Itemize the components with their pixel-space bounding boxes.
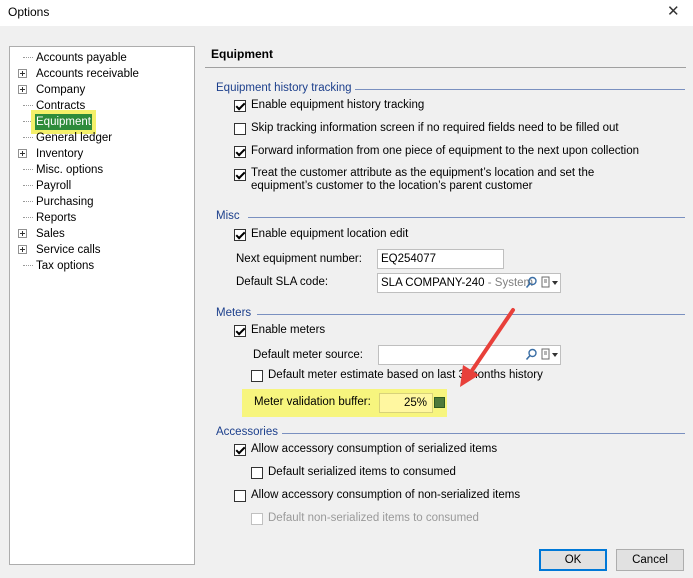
- checkbox-label: Forward information from one piece of eq…: [251, 145, 640, 157]
- checkbox-box[interactable]: [234, 229, 246, 241]
- cancel-button[interactable]: Cancel: [616, 549, 684, 571]
- meter-validation-buffer-label: Meter validation buffer:: [254, 396, 371, 408]
- field-value: SLA COMPANY-240: [381, 277, 485, 289]
- tree-item-label: Tax options: [36, 260, 95, 272]
- tree-item-label: Sales: [36, 228, 65, 240]
- meter-validation-buffer-input[interactable]: 25%: [379, 393, 433, 413]
- tree-item-label: Payroll: [36, 180, 72, 192]
- search-icon[interactable]: [525, 276, 538, 289]
- checkbox-label: Treat the customer attribute as the equi…: [251, 167, 594, 193]
- checkbox-box[interactable]: [251, 370, 263, 382]
- group-title-history: Equipment history tracking: [216, 82, 352, 94]
- calculator-icon[interactable]: [434, 397, 445, 408]
- section-divider: [205, 67, 686, 68]
- checkbox-label: Default non-serialized items to consumed: [268, 512, 479, 524]
- expand-icon[interactable]: [18, 85, 27, 94]
- tree-item-label: General ledger: [36, 132, 113, 144]
- checkbox-box[interactable]: [234, 325, 246, 337]
- group-divider: [282, 433, 685, 434]
- checkbox-box: [251, 513, 263, 525]
- tree-connector: [23, 201, 33, 202]
- next-equipment-number-label: Next equipment number:: [236, 253, 362, 265]
- search-icon[interactable]: [525, 348, 538, 361]
- checkbox-label: Skip tracking information screen if no r…: [251, 122, 619, 134]
- tree-item-label: Accounts receivable: [36, 68, 139, 80]
- tree-connector: [23, 137, 33, 138]
- tree-connector: [23, 217, 33, 218]
- section-title: Equipment: [211, 47, 273, 61]
- checkbox-box[interactable]: [234, 146, 246, 158]
- checkbox-label: Allow accessory consumption of serialize…: [251, 443, 498, 455]
- expand-icon[interactable]: [18, 69, 27, 78]
- next-equipment-number-input[interactable]: EQ254077: [377, 249, 504, 269]
- tree-connector: [23, 57, 33, 58]
- expand-icon[interactable]: [18, 229, 27, 238]
- tree-connector: [23, 105, 33, 106]
- dropdown-icon[interactable]: [541, 348, 559, 362]
- tree-item-label: Contracts: [36, 100, 86, 112]
- group-divider: [248, 217, 685, 218]
- checkbox-label: Default serialized items to consumed: [268, 466, 456, 478]
- checkbox-label: Allow accessory consumption of non-seria…: [251, 489, 521, 501]
- tree-item-label: Reports: [36, 212, 77, 224]
- checkbox-box[interactable]: [234, 100, 246, 112]
- group-divider: [355, 89, 685, 90]
- checkbox-label: Enable meters: [251, 324, 326, 336]
- dropdown-icon[interactable]: [541, 276, 559, 290]
- expand-icon[interactable]: [18, 149, 27, 158]
- checkbox-box[interactable]: [234, 123, 246, 135]
- ok-button[interactable]: OK: [539, 549, 607, 571]
- default-meter-source-label: Default meter source:: [253, 349, 363, 361]
- tree-item-label: Inventory: [36, 148, 84, 160]
- tree-connector: [23, 185, 33, 186]
- checkbox-box[interactable]: [234, 490, 246, 502]
- group-title-accessories: Accessories: [216, 426, 278, 438]
- window-title: Options: [8, 5, 50, 19]
- field-value: 25%: [403, 397, 427, 409]
- expand-icon[interactable]: [18, 245, 27, 254]
- tree-connector: [23, 121, 33, 122]
- checkbox-box[interactable]: [234, 444, 246, 456]
- tree-item-label: Service calls: [36, 244, 101, 256]
- checkbox-label-line1: Treat the customer attribute as the equi…: [251, 167, 595, 179]
- checkbox-box[interactable]: [251, 467, 263, 479]
- field-value: EQ254077: [381, 253, 436, 265]
- group-title-misc: Misc: [216, 210, 240, 222]
- tree-item-label: Accounts payable: [36, 52, 127, 64]
- options-tree: Accounts payable Accounts receivable Compa…: [9, 46, 195, 565]
- default-sla-label: Default SLA code:: [236, 276, 329, 288]
- tree-connector: [23, 169, 33, 170]
- tree-item-label: Company: [36, 84, 86, 96]
- checkbox-label-line2: equipment’s customer to the location’s p…: [251, 180, 533, 192]
- checkbox-label: Enable equipment location edit: [251, 228, 409, 240]
- tree-item-label: Purchasing: [36, 196, 94, 208]
- arrow-annotation: [460, 308, 515, 387]
- tree-item-label: Equipment: [31, 110, 96, 134]
- checkbox-box[interactable]: [234, 169, 246, 181]
- title-bar: Options ✕: [0, 0, 693, 26]
- close-icon[interactable]: ✕: [667, 2, 680, 20]
- checkbox-label: Enable equipment history tracking: [251, 99, 425, 111]
- tree-connector: [23, 265, 33, 266]
- tree-item-label: Misc. options: [36, 164, 104, 176]
- group-title-meters: Meters: [216, 307, 252, 319]
